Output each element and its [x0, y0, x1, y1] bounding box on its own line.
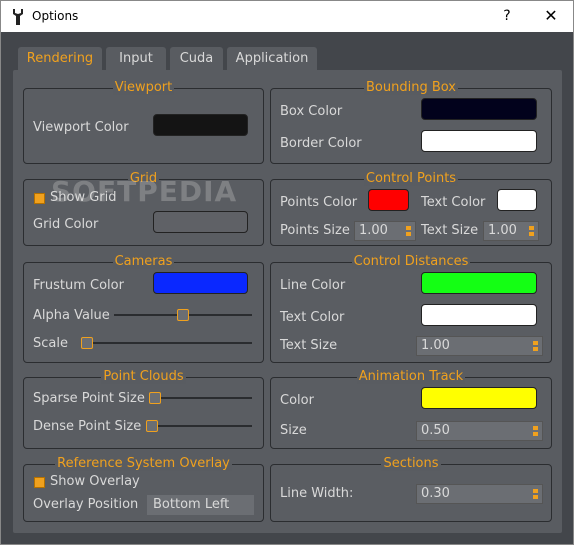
track-size-spinbox[interactable]: 0.50	[416, 421, 543, 441]
text-color-label: Text Color	[421, 195, 486, 210]
text-color-swatch[interactable]	[497, 189, 537, 211]
points-color-label: Points Color	[280, 195, 358, 210]
scale-label: Scale	[33, 336, 68, 351]
scale-slider-track[interactable]	[81, 342, 252, 344]
text-color-swatch[interactable]	[421, 304, 537, 326]
animation-track-group: Animation Track Color Size 0.50	[270, 369, 552, 449]
viewport-group: Viewport Viewport Color	[23, 80, 264, 164]
scale-slider-handle[interactable]	[81, 337, 93, 349]
overlay-position-dropdown[interactable]: Bottom Left	[147, 495, 254, 515]
frustum-color-label: Frustum Color	[33, 278, 124, 293]
alpha-value-label: Alpha Value	[33, 308, 110, 323]
grid-color-label: Grid Color	[33, 217, 99, 232]
dense-slider-handle[interactable]	[146, 420, 158, 432]
line-color-swatch[interactable]	[421, 272, 537, 294]
grid-color-swatch[interactable]	[153, 211, 248, 233]
reference-system-group: Reference System Overlay Show Overlay Ov…	[23, 456, 264, 522]
overlay-position-label: Overlay Position	[33, 497, 139, 512]
group-title: Sections	[381, 456, 441, 471]
tab-input[interactable]: Input	[106, 47, 166, 71]
dense-point-size-label: Dense Point Size	[33, 419, 142, 434]
group-title: Reference System Overlay	[55, 456, 232, 471]
group-title: Viewport	[112, 80, 175, 95]
track-color-label: Color	[280, 393, 314, 408]
points-size-value: 1.00	[359, 223, 388, 238]
text-color-label: Text Color	[280, 310, 345, 325]
cameras-group: Cameras Frustum Color Alpha Value Scale	[23, 254, 264, 363]
group-title: Cameras	[112, 254, 175, 269]
group-title: Point Clouds	[101, 369, 186, 384]
sparse-slider-track[interactable]	[149, 397, 252, 399]
points-size-spinbox[interactable]: 1.00	[354, 221, 416, 241]
sparse-slider-handle[interactable]	[149, 392, 161, 404]
line-width-value: 0.30	[421, 486, 450, 501]
window-body: Rendering Input Cuda Application Viewpor…	[0, 32, 574, 545]
spin-arrows-icon[interactable]	[533, 426, 538, 437]
title-bar: Options ? ✕	[0, 0, 574, 32]
track-color-swatch[interactable]	[421, 387, 537, 409]
spin-arrows-icon[interactable]	[529, 226, 534, 237]
text-size-label: Text Size	[421, 223, 479, 238]
show-overlay-label: Show Overlay	[50, 474, 140, 489]
spin-arrows-icon[interactable]	[406, 226, 411, 237]
text-size-label: Text Size	[280, 338, 338, 353]
bounding-box-group: Bounding Box Box Color Border Color	[270, 80, 552, 164]
line-width-label: Line Width:	[280, 486, 354, 501]
viewport-color-label: Viewport Color	[33, 120, 129, 135]
box-color-label: Box Color	[280, 104, 343, 119]
text-size-spinbox[interactable]: 1.00	[483, 221, 539, 241]
control-points-group: Control Points Points Color Text Color P…	[270, 171, 552, 246]
rendering-panel: Viewport Viewport Color Bounding Box Box…	[13, 70, 562, 533]
alpha-slider-handle[interactable]	[177, 309, 189, 321]
group-title: Control Points	[363, 171, 459, 186]
spin-arrows-icon[interactable]	[533, 341, 538, 352]
group-title: Bounding Box	[363, 80, 458, 95]
show-grid-checkbox[interactable]	[34, 193, 45, 204]
control-distances-group: Control Distances Line Color Text Color …	[270, 254, 552, 363]
group-title: Animation Track	[356, 369, 466, 384]
text-size-value: 1.00	[488, 223, 517, 238]
track-size-value: 0.50	[421, 423, 450, 438]
dense-slider-track[interactable]	[146, 425, 252, 427]
box-color-swatch[interactable]	[421, 98, 537, 120]
close-button[interactable]: ✕	[539, 5, 563, 27]
group-title: Control Distances	[351, 254, 471, 269]
point-clouds-group: Point Clouds Sparse Point Size Dense Poi…	[23, 369, 264, 449]
border-color-swatch[interactable]	[421, 130, 537, 152]
window-title: Options	[32, 9, 79, 23]
points-color-swatch[interactable]	[368, 189, 409, 211]
tab-rendering[interactable]: Rendering	[18, 47, 102, 72]
spin-arrows-icon[interactable]	[533, 489, 538, 500]
tab-application[interactable]: Application	[227, 47, 317, 71]
sparse-point-size-label: Sparse Point Size	[33, 391, 145, 406]
softpedia-watermark: SOFTPEDIA	[51, 175, 238, 208]
tab-cuda[interactable]: Cuda	[170, 47, 223, 71]
text-size-spinbox[interactable]: 1.00	[416, 336, 543, 356]
line-width-spinbox[interactable]: 0.30	[416, 484, 543, 504]
help-button[interactable]: ?	[497, 5, 517, 27]
show-overlay-checkbox[interactable]	[34, 477, 45, 488]
text-size-value: 1.00	[421, 338, 450, 353]
line-color-label: Line Color	[280, 278, 346, 293]
frustum-color-swatch[interactable]	[153, 272, 248, 294]
points-size-label: Points Size	[280, 223, 350, 238]
viewport-color-swatch[interactable]	[153, 114, 248, 136]
border-color-label: Border Color	[280, 136, 362, 151]
track-size-label: Size	[280, 423, 307, 438]
sections-group: Sections Line Width: 0.30	[270, 456, 552, 522]
wrench-icon	[13, 9, 23, 25]
